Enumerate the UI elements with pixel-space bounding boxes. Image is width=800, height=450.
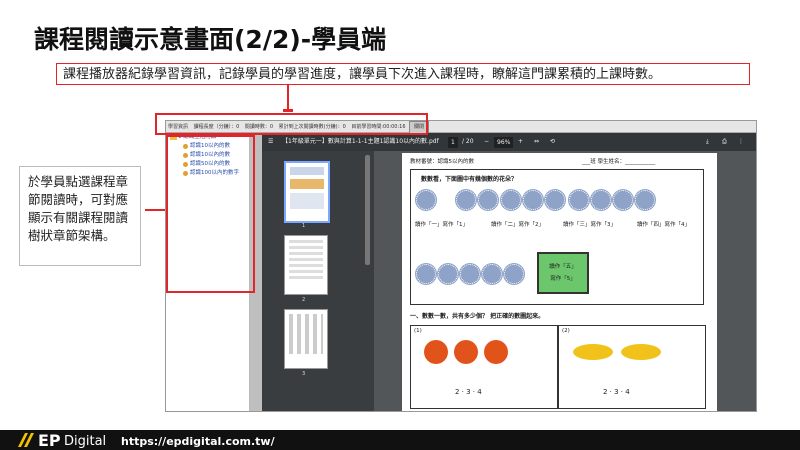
- more-options-icon[interactable]: ⋮: [738, 133, 744, 151]
- rotate-icon[interactable]: ⟲: [550, 133, 555, 151]
- zoom-level[interactable]: 96%: [494, 137, 514, 148]
- pdf-toolbar: ☰ 【1年級單元一】數與計算1-1-1主題1認識10以內的數.pdf 1 / 2…: [262, 133, 756, 151]
- page-header-left: 教材番號：認識5以內的數: [410, 159, 475, 165]
- thumbnail-page[interactable]: [284, 235, 328, 295]
- flower-icon: [523, 190, 544, 210]
- footer-url[interactable]: https://epdigital.com.tw/: [121, 435, 275, 448]
- flower-icon: [438, 264, 458, 284]
- flower-icon: [416, 264, 436, 284]
- pdf-viewer: ☰ 【1年級單元一】數與計算1-1-1主題1認識10以內的數.pdf 1 / 2…: [262, 133, 756, 411]
- brand-digital: Digital: [64, 434, 107, 449]
- question1-box: 數數看，下面圖中有幾個數的花朵？ 讀作「一」寫作「1」 讀作「二」寫作「2」 讀…: [410, 169, 704, 305]
- flower-icon: [460, 264, 480, 284]
- thumbnail-page[interactable]: [284, 161, 330, 223]
- flower-icon: [477, 190, 498, 210]
- player-bar-highlight: [155, 113, 428, 135]
- apple-icon: [454, 340, 478, 364]
- question1-text: 數數看，下面圖中有幾個數的花朵？: [421, 176, 518, 183]
- label-3: 讀作「三」寫作「3」: [563, 222, 616, 228]
- tree-highlight: [166, 135, 255, 293]
- apple-row: [421, 340, 511, 366]
- banana-icon: [573, 344, 613, 360]
- download-icon[interactable]: ⤓: [706, 133, 709, 151]
- callout-arrow: [145, 209, 165, 211]
- thumbnail-page[interactable]: [284, 309, 328, 369]
- apple-icon: [484, 340, 508, 364]
- question2-a: (1) 2 · 3 · 4: [410, 325, 558, 409]
- question2-text: 一、數數一數，共有多少個？ 把正確的數圖起來。: [410, 313, 545, 320]
- footer-bar: [0, 430, 800, 450]
- flower-icon: [591, 190, 611, 210]
- five-write: 寫作「5」: [550, 276, 576, 282]
- logo-mark-icon: [18, 433, 34, 447]
- q2-label: (2): [562, 328, 570, 334]
- thumbnail-number: 3: [302, 371, 306, 377]
- flower-row-1: [415, 190, 656, 212]
- pdf-page: 教材番號：認識5以內的數 ___班 學生姓名：___________ 數數看，下…: [402, 153, 717, 411]
- flower-row-2: [415, 264, 525, 286]
- five-read: 讀作「五」: [549, 264, 577, 270]
- callout-note: 於學員點選課程章節閱讀時，可對應顯示有關課程閱讀樹狀章節架構。: [19, 166, 141, 266]
- label-2: 讀作「二」寫作「2」: [491, 222, 544, 228]
- connector-line: [287, 85, 289, 112]
- brand-ep: EP: [38, 431, 61, 450]
- flower-icon: [545, 190, 566, 210]
- description-box: 課程播放器紀錄學習資訊，記錄學員的學習進度，讓學員下次進入課程時，瞭解這門課累積…: [56, 63, 750, 85]
- flower-icon: [613, 190, 633, 210]
- zoom-in-icon[interactable]: +: [518, 133, 523, 151]
- fit-page-icon[interactable]: ⇔: [534, 133, 539, 151]
- menu-icon[interactable]: ☰: [268, 133, 273, 151]
- banana-row: [569, 344, 665, 362]
- thumbnail-number: 1: [302, 223, 306, 229]
- pdf-filename: 【1年級單元一】數與計算1-1-1主題1認識10以內的數.pdf: [282, 138, 439, 145]
- connector-arrow: [283, 109, 293, 112]
- label-1: 讀作「一」寫作「1」: [415, 222, 468, 228]
- flower-icon: [504, 264, 524, 284]
- flower-icon: [569, 190, 589, 210]
- zoom-out-icon[interactable]: −: [484, 133, 489, 151]
- banana-icon: [621, 344, 661, 360]
- page-header-right: ___班 學生姓名：___________: [582, 159, 656, 165]
- apple-icon: [424, 340, 448, 364]
- flower-icon: [501, 190, 522, 210]
- answer-five-box: 讀作「五」 寫作「5」: [537, 252, 589, 294]
- flower-icon: [482, 264, 502, 284]
- flower-icon: [455, 190, 476, 210]
- flower-icon: [416, 190, 436, 210]
- thumbnail-scrollbar[interactable]: [365, 155, 370, 265]
- thumbnail-number: 2: [302, 297, 306, 303]
- print-icon[interactable]: ⎙: [722, 133, 727, 151]
- thumbnail-panel: 1 2 3: [262, 151, 374, 411]
- choices-b[interactable]: 2 · 3 · 4: [603, 388, 630, 396]
- page-title: 課程閱讀示意畫面(2/2)-學員端: [34, 25, 387, 54]
- label-4: 讀作「四」寫作「4」: [637, 222, 690, 228]
- choices-a[interactable]: 2 · 3 · 4: [455, 388, 482, 396]
- page-number-input[interactable]: 1: [448, 137, 458, 148]
- page-total: / 20: [462, 138, 474, 145]
- flower-icon: [635, 190, 655, 210]
- question2-b: (2) 2 · 3 · 4: [558, 325, 706, 409]
- q2-label: (1): [414, 328, 422, 334]
